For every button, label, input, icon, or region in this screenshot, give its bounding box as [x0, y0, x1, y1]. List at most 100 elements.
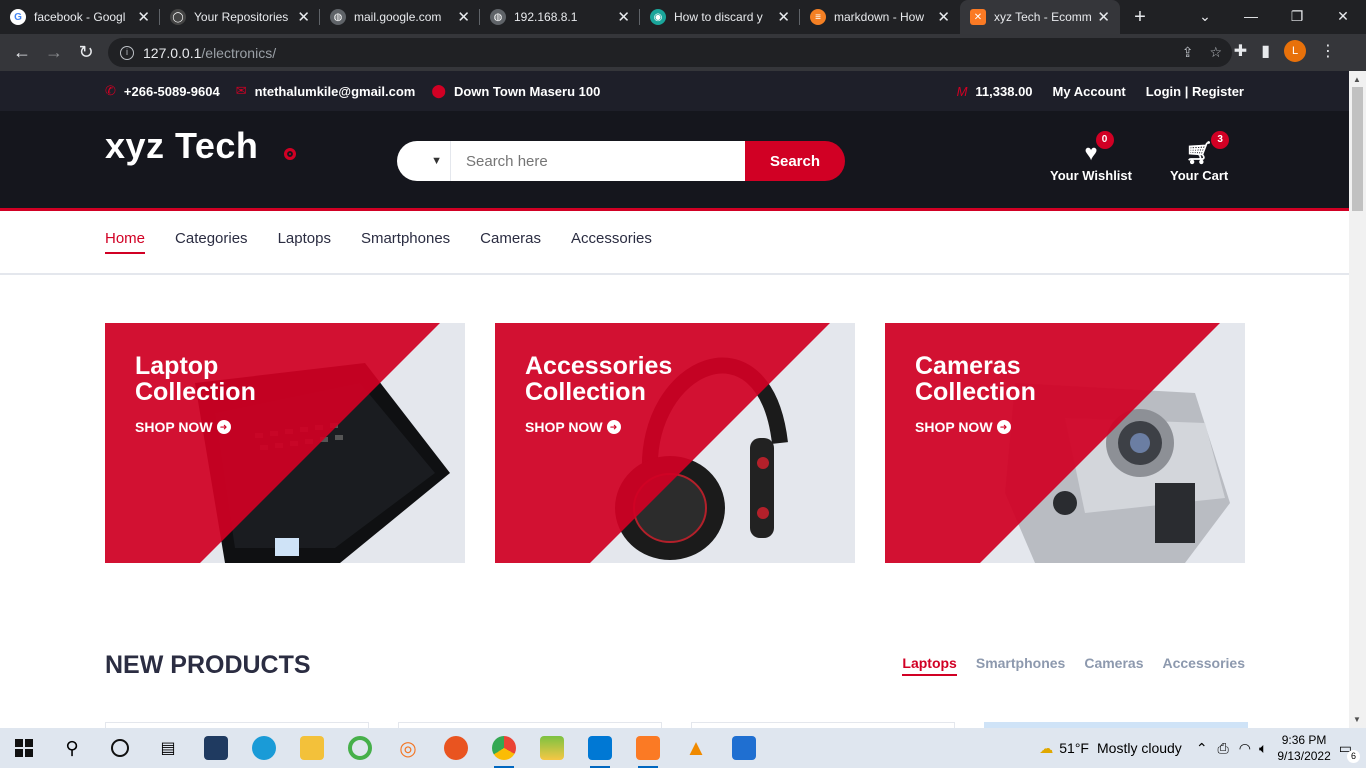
nav-smartphones[interactable]: Smartphones — [361, 230, 450, 254]
browser-tab[interactable]: G facebook - Googl ✕ — [0, 0, 160, 34]
file-explorer-icon[interactable] — [288, 728, 336, 768]
cart-link[interactable]: 🛒︎ 3 Your Cart — [1170, 131, 1230, 183]
scroll-down-icon[interactable]: ▼ — [1353, 715, 1361, 724]
meet-now-icon[interactable]: ⎙ — [1218, 740, 1229, 757]
tab-smartphones[interactable]: Smartphones — [976, 655, 1065, 676]
browser-tab[interactable]: ◍ mail.google.com ✕ — [320, 0, 480, 34]
xampp-icon[interactable] — [624, 728, 672, 768]
cortana-icon[interactable] — [96, 728, 144, 768]
vscode-icon[interactable] — [576, 728, 624, 768]
volume-icon[interactable]: 🔈︎ — [1259, 740, 1267, 757]
chevron-up-icon[interactable]: ⌃ — [1196, 740, 1208, 757]
location-link[interactable]: ⬤ Down Town Maseru 100 — [431, 83, 600, 99]
cameras-collection-card[interactable]: Cameras Collection SHOP NOW ➜ — [885, 323, 1245, 563]
tab-accessories[interactable]: Accessories — [1162, 655, 1245, 676]
tab-cameras[interactable]: Cameras — [1084, 655, 1143, 676]
side-panel-icon[interactable]: ▮ — [1261, 41, 1270, 61]
nav-accessories[interactable]: Accessories — [571, 230, 652, 254]
browser-tab[interactable]: ◍ 192.168.8.1 ✕ — [480, 0, 640, 34]
back-icon[interactable]: ← — [6, 42, 38, 63]
product-tabs: Laptops Smartphones Cameras Accessories — [902, 655, 1245, 676]
collection-title-line1: Laptop — [135, 352, 219, 380]
shop-now-link[interactable]: SHOP NOW ➜ — [135, 419, 256, 435]
close-icon[interactable]: ✕ — [457, 8, 470, 26]
vlc-icon[interactable]: ▲ — [672, 728, 720, 768]
nav-categories[interactable]: Categories — [175, 230, 248, 254]
browser-tab-active[interactable]: ✕ xyz Tech - Ecomm ✕ — [960, 0, 1120, 34]
search-input[interactable] — [451, 141, 745, 181]
close-icon[interactable]: ✕ — [137, 8, 150, 26]
matlab-icon[interactable] — [192, 728, 240, 768]
email-link[interactable]: ✉ ntethalumkile@gmail.com — [236, 83, 416, 99]
site-header: xyz Tech ▼ Search ♥0 Your Wishlist 🛒︎3 Y… — [0, 111, 1349, 211]
page-scrollbar[interactable]: ▲ ▼ — [1349, 71, 1366, 728]
map-marker-icon: ⬤ — [431, 83, 446, 98]
close-icon[interactable]: ✕ — [937, 8, 950, 26]
restore-icon[interactable]: ❐ — [1274, 0, 1320, 34]
profile-avatar[interactable]: L — [1284, 40, 1306, 62]
photos-icon[interactable] — [720, 728, 768, 768]
wifi-icon[interactable]: ◠ — [1239, 740, 1251, 757]
scroll-up-icon[interactable]: ▲ — [1353, 75, 1361, 84]
currency-symbol: M — [956, 83, 968, 99]
phone-link[interactable]: ✆ +266-5089-9604 — [105, 83, 220, 99]
site-logo[interactable]: xyz Tech — [105, 125, 258, 167]
reload-icon[interactable]: ↻ — [70, 42, 102, 63]
weather-description[interactable]: Mostly cloudy — [1097, 740, 1182, 756]
search-button[interactable]: Search — [745, 141, 845, 181]
wishlist-link[interactable]: ♥ 0 Your Wishlist — [1050, 131, 1132, 183]
tab-search-icon[interactable]: ⌄ — [1182, 0, 1228, 34]
ubuntu-icon[interactable] — [432, 728, 480, 768]
close-icon[interactable]: ✕ — [777, 8, 790, 26]
close-icon[interactable]: ✕ — [617, 8, 630, 26]
scrollbar-thumb[interactable] — [1352, 87, 1363, 211]
cart-count-badge: 3 — [1211, 131, 1230, 149]
search-icon[interactable]: ⚲ — [48, 728, 96, 768]
task-view-icon[interactable]: ▤ — [144, 728, 192, 768]
clock[interactable]: 9:36 PM 9/13/2022 — [1277, 732, 1330, 764]
phone-icon: ✆ — [105, 83, 116, 98]
bookmark-star-icon[interactable]: ☆ — [1209, 44, 1222, 61]
nav-home[interactable]: Home — [105, 230, 146, 254]
new-tab-button[interactable]: + — [1120, 0, 1160, 34]
accessories-collection-card[interactable]: Accessories Collection SHOP NOW ➜ — [495, 323, 855, 563]
shop-now-link[interactable]: SHOP NOW ➜ — [525, 419, 672, 435]
browser-tab[interactable]: ◉ How to discard y ✕ — [640, 0, 800, 34]
section-title: NEW PRODUCTS — [105, 651, 311, 679]
tab-title: markdown - How — [834, 10, 925, 24]
close-icon[interactable]: ✕ — [1097, 8, 1110, 26]
category-select[interactable]: ▼ — [397, 141, 451, 181]
edge-icon[interactable] — [240, 728, 288, 768]
balance-link[interactable]: M 11,338.00 — [957, 84, 1033, 99]
shopping-cart-icon: 🛒︎ 3 — [1185, 131, 1230, 165]
login-register-link[interactable]: Login | Register — [1146, 84, 1244, 99]
chrome-icon[interactable] — [480, 728, 528, 768]
collection-text: Cameras Collection SHOP NOW ➜ — [915, 353, 1036, 435]
tab-laptops[interactable]: Laptops — [902, 655, 957, 676]
browser-tab[interactable]: ◯ Your Repositories ✕ — [160, 0, 320, 34]
menu-icon[interactable]: ⋮ — [1320, 41, 1336, 61]
jupyter-icon[interactable]: ◎ — [384, 728, 432, 768]
shop-now-label: SHOP NOW — [915, 419, 993, 435]
minimize-icon[interactable]: — — [1228, 0, 1274, 34]
browser-tab[interactable]: ≡ markdown - How ✕ — [800, 0, 960, 34]
nav-cameras[interactable]: Cameras — [480, 230, 541, 254]
close-icon[interactable]: ✕ — [297, 8, 310, 26]
nav-laptops[interactable]: Laptops — [278, 230, 331, 254]
notification-icon[interactable]: ▭ 6 — [1339, 740, 1360, 763]
wishlist-label: Your Wishlist — [1050, 168, 1132, 183]
shop-now-link[interactable]: SHOP NOW ➜ — [915, 419, 1036, 435]
weather-temperature[interactable]: 51°F — [1059, 740, 1089, 756]
share-icon[interactable]: ⇪ — [1182, 44, 1194, 61]
bluestacks-icon[interactable] — [528, 728, 576, 768]
extensions-icon[interactable]: ✚ — [1234, 41, 1247, 61]
close-window-icon[interactable]: ✕ — [1320, 0, 1366, 34]
xampp-icon: ✕ — [970, 9, 986, 25]
green-ring-app-icon[interactable] — [336, 728, 384, 768]
forward-icon[interactable]: → — [38, 42, 70, 63]
laptop-collection-card[interactable]: Laptop Collection SHOP NOW ➜ — [105, 323, 465, 563]
my-account-link[interactable]: My Account — [1053, 84, 1126, 99]
info-icon[interactable]: i — [120, 45, 134, 60]
address-bar[interactable]: i 127.0.0.1/electronics/ ⇪ ☆ — [108, 38, 1232, 67]
windows-start-icon[interactable] — [0, 728, 48, 768]
